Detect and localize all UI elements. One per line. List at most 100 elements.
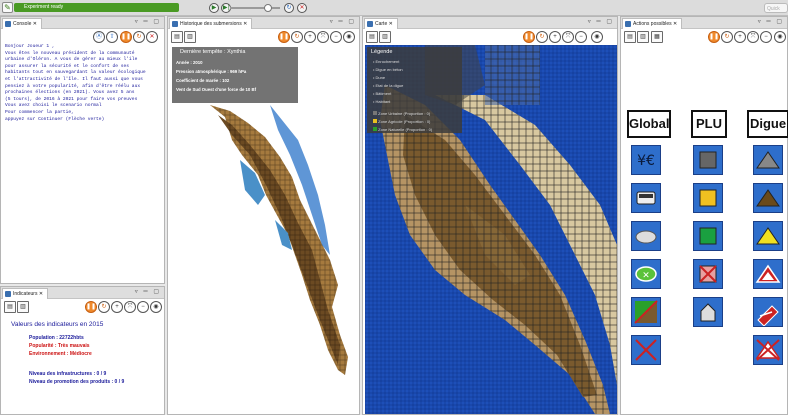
display-icon (5, 291, 11, 297)
action-plu-building[interactable] (693, 297, 723, 327)
dike-earth-icon (756, 189, 780, 207)
console-line: et l'attractivité de l'île. Il faut auss… (5, 76, 143, 82)
dike-destroy-icon (755, 339, 781, 361)
pause-button[interactable]: ❚❚ (85, 301, 97, 313)
console-up-button[interactable]: ⇧ (106, 31, 118, 43)
map-panel: Carte ✕ ▿ ═ ▢ ▤ ▥ ❚❚ ↻ + ⤧ − ◉ Légende •… (362, 16, 618, 415)
action-digue-repair[interactable] (753, 297, 783, 327)
console-clear-button[interactable]: ✕ (146, 31, 158, 43)
storm-info-overlay: Dernière tempête : Xynthia Année : 2010 … (172, 47, 298, 103)
snapshot-icon[interactable]: ▤ (624, 31, 636, 43)
reload-button[interactable]: ↻ (284, 3, 294, 13)
legend-zone-agri: Zone Agricole (Proportion : 0) (373, 119, 430, 124)
layers-icon[interactable]: ▥ (17, 301, 29, 313)
console-icon (5, 21, 11, 27)
stop-button[interactable]: ✕ (297, 3, 307, 13)
console-line: Vous avez choisi le scenario normal (5, 103, 102, 109)
layers-icon[interactable]: ▥ (637, 31, 649, 43)
history-panel: Historique des submersions ✕ ▿ ═ ▢ ▤ ▥ ❚… (167, 16, 360, 415)
legend-title: Légende (371, 49, 393, 55)
tab-indicateurs[interactable]: Indicateurs ✕ (2, 288, 49, 299)
tab-historique[interactable]: Historique des submersions ✕ (169, 18, 253, 29)
view-controls[interactable]: ▿ ═ ▢ (758, 18, 784, 25)
camera-icon[interactable]: ◉ (591, 31, 603, 43)
experiment-status: Experiment ready (14, 3, 179, 12)
view-controls[interactable]: ▿ ═ ▢ (588, 18, 614, 25)
action-digue-dune[interactable] (753, 221, 783, 251)
house-icon (700, 303, 716, 322)
view-controls[interactable]: ▿ ═ ▢ (135, 288, 161, 295)
pause-button[interactable]: ❚❚ (523, 31, 535, 43)
tab-carte[interactable]: Carte ✕ (364, 18, 398, 29)
action-digue-earth[interactable] (753, 183, 783, 213)
action-digue-raise[interactable] (753, 259, 783, 289)
layers-icon[interactable]: ▥ (379, 31, 391, 43)
action-global-cancel[interactable] (631, 335, 661, 365)
action-plu-agricultural[interactable] (693, 183, 723, 213)
svg-text:✕: ✕ (642, 271, 650, 281)
action-plu-urban[interactable] (693, 145, 723, 175)
indicators-tabbar: Indicateurs ✕ ▿ ═ ▢ (1, 287, 164, 299)
console-history-button[interactable]: Ⓐ (93, 31, 105, 43)
tools-icon[interactable]: ▦ (651, 31, 663, 43)
snapshot-icon[interactable]: ▤ (171, 31, 183, 43)
sync-button[interactable]: ↻ (536, 31, 548, 43)
sync-button[interactable]: ↻ (98, 301, 110, 313)
action-plu-natural[interactable] (693, 221, 723, 251)
header-digue: Digue (747, 110, 788, 138)
tab-console[interactable]: Console ✕ (2, 18, 42, 29)
urban-zone-icon (699, 151, 717, 169)
action-plu-destroy[interactable] (693, 259, 723, 289)
console-tabbar: Console ✕ ▿ ═ ▢ (1, 17, 164, 29)
legend-item: • Habitant (373, 99, 391, 104)
layers-icon[interactable]: ▥ (184, 31, 196, 43)
action-global-convert[interactable] (631, 297, 661, 327)
zoom-out-icon[interactable]: − (330, 31, 342, 43)
fit-icon[interactable]: ⤧ (124, 301, 136, 313)
edit-icon[interactable]: ✎ (2, 2, 13, 13)
snapshot-icon[interactable]: ▤ (366, 31, 378, 43)
action-global-finance[interactable]: ¥€ (631, 145, 661, 175)
map-tabbar: Carte ✕ ▿ ═ ▢ (363, 17, 617, 29)
pause-button[interactable]: ❚❚ (278, 31, 290, 43)
play-button[interactable]: ▶ (209, 3, 219, 13)
speed-slider-handle[interactable] (264, 4, 272, 12)
sync-button[interactable]: ↻ (291, 31, 303, 43)
header-plu: PLU (691, 110, 727, 138)
action-digue-concrete[interactable] (753, 145, 783, 175)
view-controls[interactable]: ▿ ═ ▢ (330, 18, 356, 25)
tab-actions[interactable]: Actions possibles ✕ (622, 18, 683, 29)
legend-zone-urban: Zone Urbaine (Proportion : 0) (373, 111, 430, 116)
zoom-out-icon[interactable]: − (760, 31, 772, 43)
zoom-in-icon[interactable]: + (111, 301, 123, 313)
fit-icon[interactable]: ⤧ (562, 31, 574, 43)
zoom-out-icon[interactable]: − (137, 301, 149, 313)
zoom-in-icon[interactable]: + (304, 31, 316, 43)
camera-icon[interactable]: ◉ (343, 31, 355, 43)
view-controls[interactable]: ▿ ═ ▢ (135, 18, 161, 25)
legend-item: • Bâtiment (373, 91, 392, 96)
zoom-in-icon[interactable]: + (734, 31, 746, 43)
fit-icon[interactable]: ⤧ (317, 31, 329, 43)
agricultural-zone-icon (699, 189, 717, 207)
action-digue-destroy[interactable] (753, 335, 783, 365)
zoom-in-icon[interactable]: + (549, 31, 561, 43)
action-global-transport[interactable] (631, 183, 661, 213)
pause-button[interactable]: ❚❚ (708, 31, 720, 43)
storm-wind: Vent de Sud Ouest d'une force de 10 Bf (176, 87, 257, 92)
fit-icon[interactable]: ⤧ (747, 31, 759, 43)
sync-button[interactable]: ↻ (721, 31, 733, 43)
money-icon: ¥€ (637, 153, 655, 169)
console-sync-button[interactable]: ↻ (133, 31, 145, 43)
popularity-value: Popularité : Très mauvais (29, 343, 90, 349)
console-pause-button[interactable]: ❚❚ (120, 31, 132, 43)
bus-icon (636, 191, 656, 205)
snapshot-icon[interactable]: ▤ (4, 301, 16, 313)
speed-slider[interactable] (230, 7, 280, 9)
camera-icon[interactable]: ◉ (774, 31, 786, 43)
quick-search-input[interactable]: Quick (764, 3, 788, 13)
camera-icon[interactable]: ◉ (150, 301, 162, 313)
zoom-out-icon[interactable]: − (575, 31, 587, 43)
action-global-oyster[interactable] (631, 221, 661, 251)
action-global-ecology[interactable]: ✕ (631, 259, 661, 289)
